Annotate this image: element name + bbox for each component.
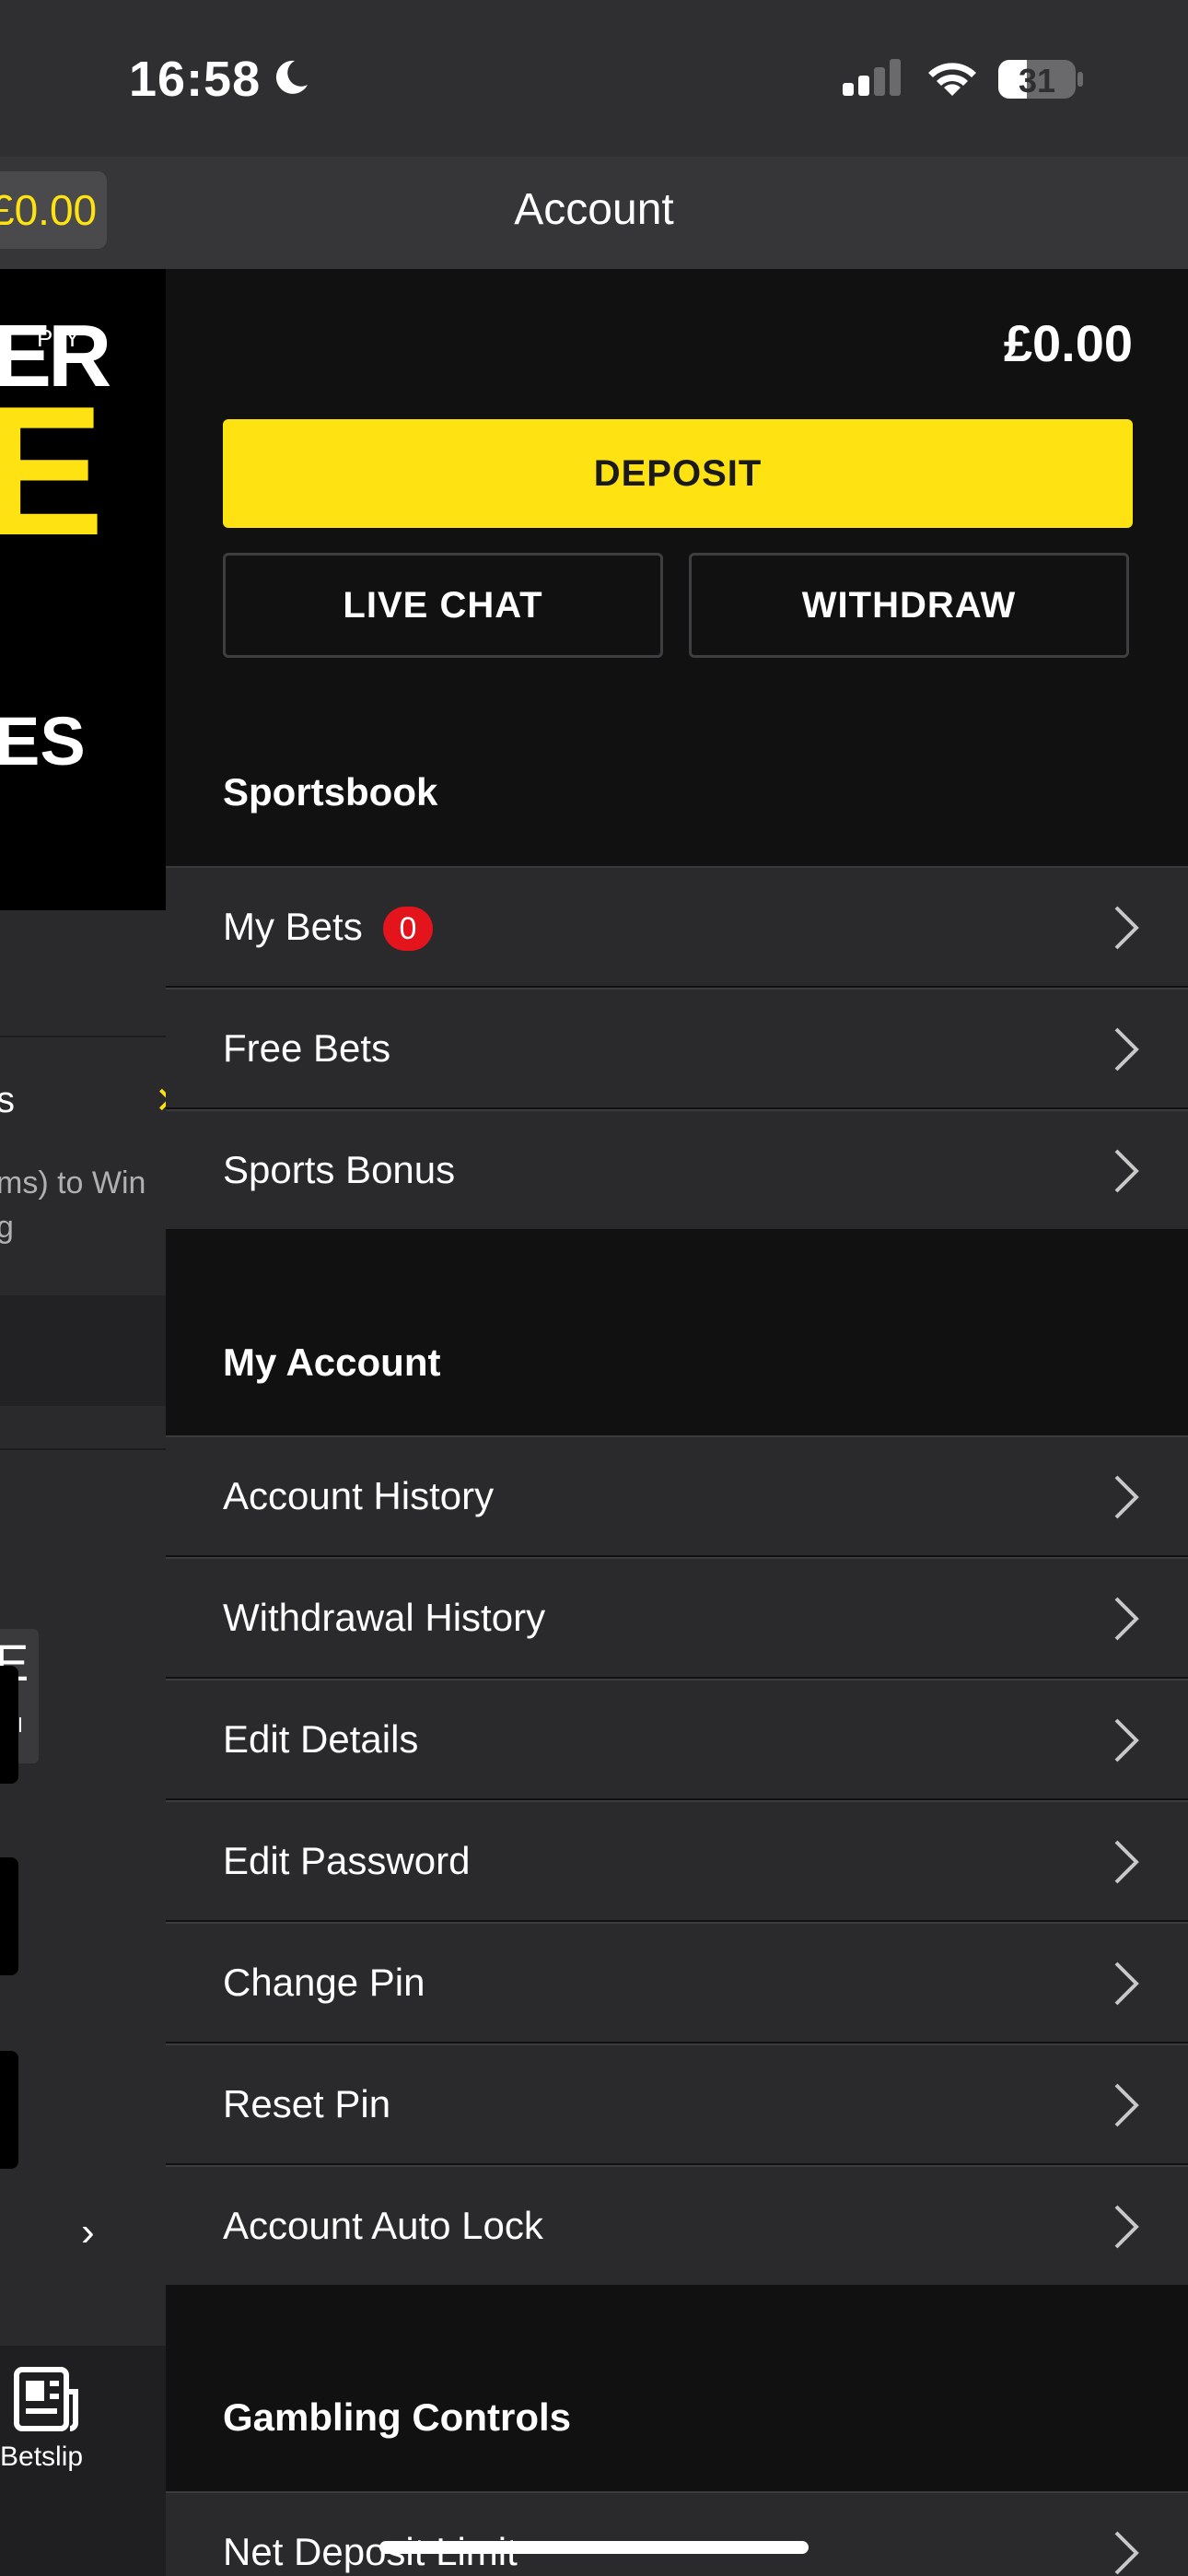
live-chat-button[interactable]: LIVE CHAT	[223, 553, 663, 658]
menu-item-sports-bonus[interactable]: Sports Bonus	[166, 1109, 1188, 1229]
section-title-my-account: My Account	[223, 1341, 441, 1384]
chevron-right-icon	[1114, 906, 1139, 950]
header-balance-button[interactable]: £0.00	[0, 171, 107, 249]
background-page[interactable]: ER PLY E ES s ✕ ms) to Win g E All › Bet…	[0, 269, 166, 2576]
menu-item-label: Net Deposit Limit	[223, 2530, 518, 2573]
menu-item-change-pin[interactable]: Change Pin	[166, 1922, 1188, 2042]
chevron-right-icon[interactable]: ›	[81, 2209, 95, 2255]
status-time: 16:58	[129, 52, 262, 107]
divider	[0, 1448, 166, 1450]
list-description: ms) to Win g	[0, 1161, 146, 1249]
close-icon[interactable]: ✕	[155, 1080, 166, 1122]
promo-subline: ES	[0, 703, 86, 779]
withdraw-button[interactable]: WITHDRAW	[689, 553, 1129, 658]
account-balance: £0.00	[1003, 314, 1133, 372]
menu-item-label: Change Pin	[223, 1961, 425, 2004]
menu-item-account-auto-lock[interactable]: Account Auto Lock	[166, 2165, 1188, 2285]
chevron-right-icon	[1114, 1597, 1139, 1641]
menu-item-net-deposit-limit[interactable]: Net Deposit Limit	[166, 2491, 1188, 2576]
account-panel: £0.00 DEPOSIT LIVE CHAT WITHDRAW Sportsb…	[166, 269, 1188, 2576]
list-description-line: g	[0, 1210, 14, 1245]
chevron-right-icon	[1114, 1718, 1139, 1762]
page-title: Account	[514, 185, 674, 234]
menu-item-edit-details[interactable]: Edit Details	[166, 1679, 1188, 1798]
home-indicator[interactable]	[379, 2541, 809, 2554]
chevron-right-icon	[1114, 1027, 1139, 1071]
promo-headline: E	[0, 369, 105, 574]
menu-item-label: Account History	[223, 1474, 495, 1517]
menu-item-edit-password[interactable]: Edit Password	[166, 1800, 1188, 1920]
menu-item-free-bets[interactable]: Free Bets	[166, 988, 1188, 1107]
menu-item-label: Sports Bonus	[223, 1148, 456, 1191]
cellular-signal-icon	[843, 59, 901, 96]
chevron-right-icon	[1114, 2531, 1139, 2575]
menu-item-label: Reset Pin	[223, 2082, 391, 2125]
betslip-icon[interactable]	[11, 2364, 81, 2434]
section-title-gambling-controls: Gambling Controls	[223, 2395, 571, 2439]
menu-item-reset-pin[interactable]: Reset Pin	[166, 2043, 1188, 2163]
menu-item-account-history[interactable]: Account History	[166, 1435, 1188, 1555]
promo-terms-text: PLY	[37, 324, 81, 352]
bets-count-badge: 0	[383, 907, 433, 951]
battery-level: 31	[1018, 62, 1056, 100]
chevron-right-icon	[1114, 1149, 1139, 1193]
menu-item-withdrawal-history[interactable]: Withdrawal History	[166, 1557, 1188, 1677]
divider	[0, 1036, 166, 1037]
odds-button[interactable]	[0, 1666, 18, 1784]
list-title: s	[0, 1080, 15, 1120]
promo-banner[interactable]: ER PLY E ES	[0, 269, 166, 910]
menu-item-label: Free Bets	[223, 1026, 391, 1070]
menu-item-label: My Bets	[223, 905, 363, 948]
list-description-line: ms) to Win	[0, 1165, 146, 1200]
chevron-right-icon	[1114, 2083, 1139, 2127]
status-bar: 16:58 31	[0, 0, 1188, 157]
menu-item-label: Edit Password	[223, 1839, 471, 1882]
odds-button[interactable]	[0, 1857, 18, 1975]
content-block	[0, 1295, 166, 1406]
chevron-right-icon	[1114, 1961, 1139, 2006]
deposit-button[interactable]: DEPOSIT	[223, 419, 1133, 528]
moon-icon	[275, 60, 308, 94]
odds-button[interactable]	[0, 2051, 18, 2169]
section-title-sportsbook: Sportsbook	[223, 770, 438, 814]
menu-item-label: Edit Details	[223, 1717, 419, 1761]
chevron-right-icon	[1114, 2205, 1139, 2249]
tab-betslip-label[interactable]: Betslip	[0, 2441, 92, 2473]
header-bar: Account	[0, 157, 1188, 269]
wifi-icon	[928, 63, 976, 96]
menu-item-my-bets[interactable]: My Bets 0	[166, 866, 1188, 986]
menu-item-label: Account Auto Lock	[223, 2204, 543, 2247]
chevron-right-icon	[1114, 1475, 1139, 1519]
chevron-right-icon	[1114, 1840, 1139, 1884]
menu-item-label: Withdrawal History	[223, 1596, 546, 1639]
